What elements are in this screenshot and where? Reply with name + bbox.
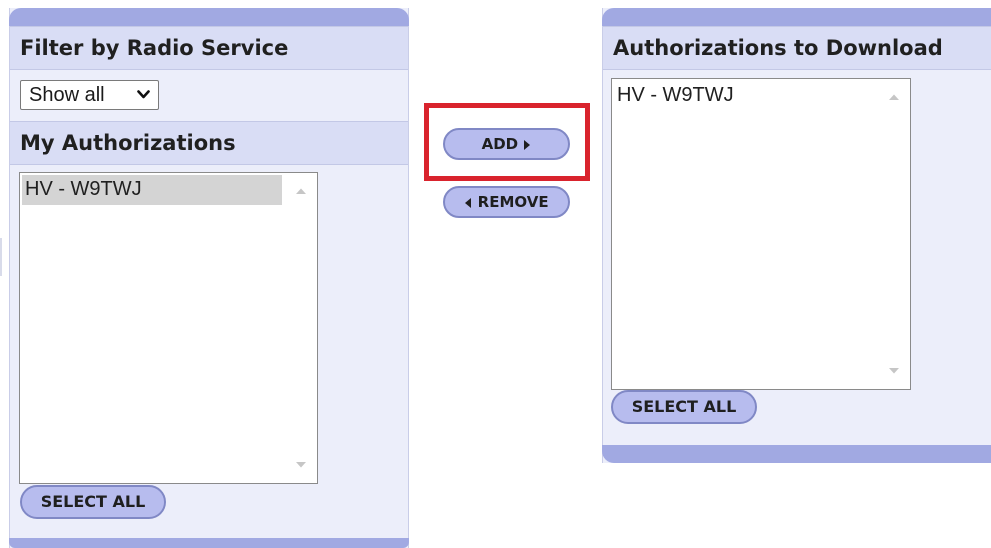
- list-item[interactable]: HV - W9TWJ: [22, 175, 282, 205]
- my-authorizations-header: My Authorizations: [10, 121, 408, 165]
- add-button-label: ADD: [481, 135, 519, 153]
- scroll-up-arrow-icon[interactable]: [295, 187, 307, 195]
- filter-header: Filter by Radio Service: [10, 26, 408, 70]
- triangle-left-icon: [465, 197, 472, 208]
- radio-service-select-value: Show all: [29, 84, 105, 106]
- select-all-download-button[interactable]: SELECT ALL: [611, 390, 757, 424]
- triangle-right-icon: [524, 139, 531, 150]
- scroll-down-arrow-icon[interactable]: [295, 461, 307, 469]
- scroll-down-arrow-icon[interactable]: [888, 367, 900, 375]
- authorizations-to-download-header: Authorizations to Download: [603, 26, 991, 70]
- left-panel: Filter by Radio Service Show all My Auth…: [9, 8, 409, 548]
- select-all-my-authorizations-button[interactable]: SELECT ALL: [20, 485, 166, 519]
- chevron-down-icon: [137, 90, 150, 99]
- right-panel: Authorizations to Download HV - W9TWJ SE…: [602, 8, 991, 463]
- my-authorizations-list[interactable]: HV - W9TWJ: [19, 172, 318, 484]
- list-item[interactable]: HV - W9TWJ: [614, 81, 874, 111]
- panel-top-cap: [602, 8, 991, 26]
- remove-button[interactable]: REMOVE: [443, 186, 570, 218]
- add-button[interactable]: ADD: [443, 128, 570, 160]
- remove-button-label: REMOVE: [477, 193, 549, 211]
- scroll-up-arrow-icon[interactable]: [888, 93, 900, 101]
- authorization-picker: Filter by Radio Service Show all My Auth…: [0, 0, 991, 548]
- panel-bottom-cap: [602, 445, 991, 463]
- edge-divider: [0, 238, 2, 276]
- panel-top-cap: [9, 8, 409, 26]
- radio-service-select[interactable]: Show all: [20, 80, 159, 110]
- authorizations-to-download-list[interactable]: HV - W9TWJ: [611, 78, 911, 390]
- panel-bottom-cap: [9, 538, 409, 548]
